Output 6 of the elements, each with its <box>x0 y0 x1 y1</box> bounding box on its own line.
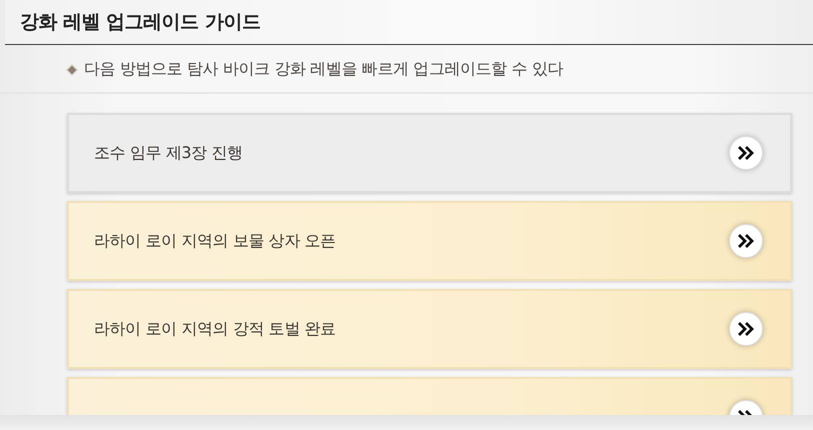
method-label: 조수 임무 제3장 진행 <box>94 142 243 164</box>
page-title: 강화 레벨 업그레이드 가이드 <box>20 10 260 35</box>
intro-text: 다음 방법으로 탐사 바이크 강화 레벨을 빠르게 업그레이드할 수 있다 <box>84 59 563 80</box>
bullet-icon <box>66 64 78 76</box>
method-label: 라하이 로이 지역의 보물 상자 오픈 <box>94 230 336 252</box>
method-label: 라하이 로이 지역의 강적 토벌 완료 <box>94 318 336 340</box>
